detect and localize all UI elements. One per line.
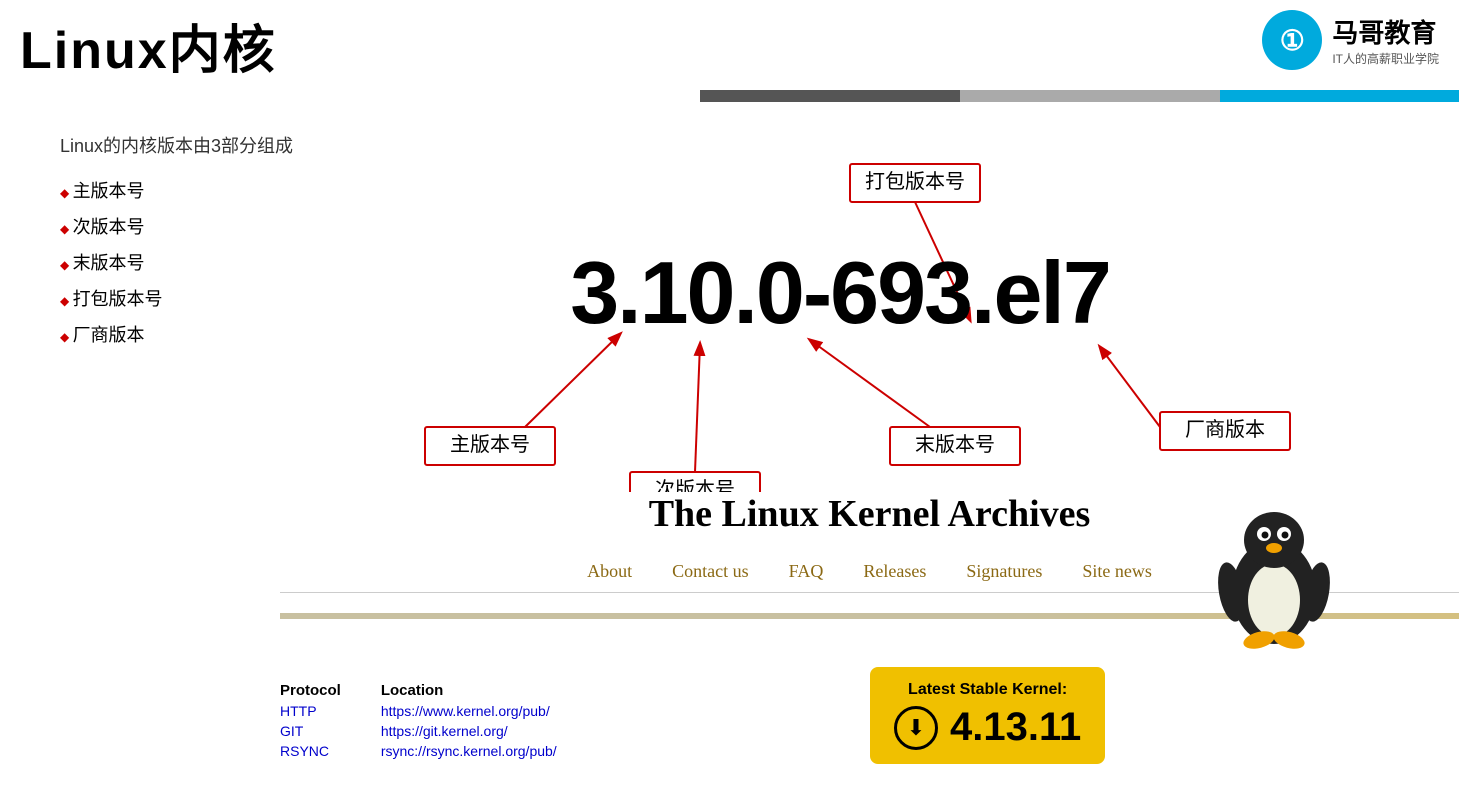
nav-sitenews[interactable]: Site news xyxy=(1082,561,1152,582)
logo-text: 马哥教育 IT人的高薪职业学院 xyxy=(1332,13,1439,67)
version-display-area: 3.10.0-693.el7 打包版本号 主版本号 次版本号 末版本号 xyxy=(360,162,1320,264)
location-header: Location xyxy=(381,682,557,699)
url-git[interactable]: https://git.kernel.org/ xyxy=(381,723,557,739)
logo-icon: ① xyxy=(1262,10,1322,70)
proto-rsync[interactable]: RSYNC xyxy=(280,743,341,759)
bullet-package: 打包版本号 xyxy=(60,281,340,317)
logo-name: 马哥教育 xyxy=(1332,13,1439,50)
left-text-area: Linux的内核版本由3部分组成 主版本号 次版本号 末版本号 打包版本号 厂商… xyxy=(60,132,340,353)
nav-releases[interactable]: Releases xyxy=(863,561,926,582)
protocol-table: Protocol HTTP GIT RSYNC Location https:/… xyxy=(280,682,557,759)
page-title: Linux内核 xyxy=(20,8,277,83)
badge-title: Latest Stable Kernel: xyxy=(894,681,1081,699)
protocol-header: Protocol xyxy=(280,682,341,699)
nav-faq[interactable]: FAQ xyxy=(789,561,824,582)
proto-git[interactable]: GIT xyxy=(280,723,341,739)
url-rsync[interactable]: rsync://rsync.kernel.org/pub/ xyxy=(381,743,557,759)
svg-text:厂商版本: 厂商版本 xyxy=(1185,418,1265,441)
latest-kernel-badge: Latest Stable Kernel: ⬇ 4.13.11 xyxy=(870,667,1105,764)
svg-text:主版本号: 主版本号 xyxy=(450,433,530,456)
progress-segment-light xyxy=(960,90,1220,102)
nav-about[interactable]: About xyxy=(587,561,632,582)
version-number: 3.10.0-693.el7 xyxy=(360,242,1320,344)
bullet-minor: 次版本号 xyxy=(60,209,340,245)
logo-subtitle: IT人的高薪职业学院 xyxy=(1332,50,1439,67)
progress-bar xyxy=(700,90,1459,102)
nav-signatures[interactable]: Signatures xyxy=(966,561,1042,582)
penguin-logo xyxy=(1209,492,1339,652)
intro-description: Linux的内核版本由3部分组成 xyxy=(60,132,340,158)
logo-area: ① 马哥教育 IT人的高薪职业学院 xyxy=(1262,10,1439,70)
svg-text:末版本号: 末版本号 xyxy=(915,433,995,456)
progress-segment-blue xyxy=(1220,90,1459,102)
bullet-list: 主版本号 次版本号 末版本号 打包版本号 厂商版本 xyxy=(60,173,340,353)
nav-contact[interactable]: Contact us xyxy=(672,561,749,582)
proto-http[interactable]: HTTP xyxy=(280,703,341,719)
progress-segment-dark xyxy=(700,90,960,102)
bullet-patch: 末版本号 xyxy=(60,245,340,281)
bullet-vendor: 厂商版本 xyxy=(60,317,340,353)
protocol-col: Protocol HTTP GIT RSYNC xyxy=(280,682,341,759)
download-icon: ⬇ xyxy=(894,706,938,750)
main-content: Linux的内核版本由3部分组成 主版本号 次版本号 末版本号 打包版本号 厂商… xyxy=(0,102,1459,805)
top-bar: Linux内核 xyxy=(0,0,1459,90)
location-col: Location https://www.kernel.org/pub/ htt… xyxy=(381,682,557,759)
svg-text:打包版本号: 打包版本号 xyxy=(865,170,965,193)
url-http[interactable]: https://www.kernel.org/pub/ xyxy=(381,703,557,719)
badge-version: 4.13.11 xyxy=(950,705,1081,750)
bullet-major: 主版本号 xyxy=(60,173,340,209)
badge-version-row: ⬇ 4.13.11 xyxy=(894,705,1081,750)
